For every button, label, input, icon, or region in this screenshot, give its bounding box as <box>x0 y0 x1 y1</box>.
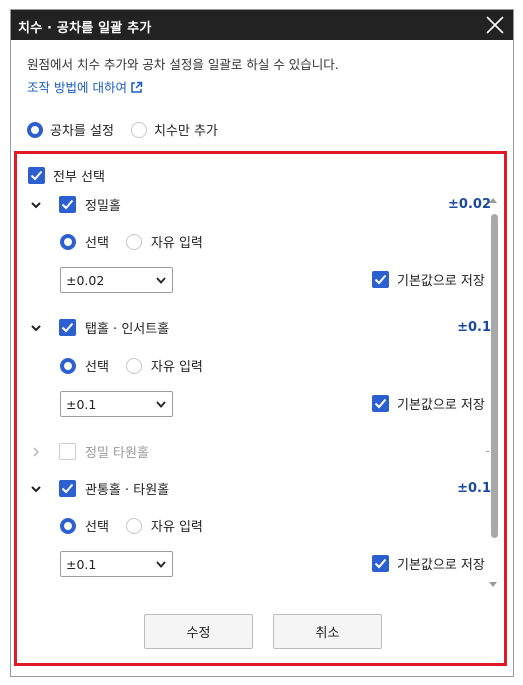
mode-option-set-tolerance[interactable]: 공차를 설정 <box>27 120 114 139</box>
input-mode-group: 선택 자유 입력 <box>60 516 203 535</box>
tolerance-select[interactable]: ±0.1 <box>60 391 173 417</box>
tolerance-value: ±0.02 <box>448 197 491 212</box>
save-default-row[interactable]: 기본값으로 저장 <box>372 270 485 289</box>
checkbox-unchecked-icon <box>59 443 76 460</box>
mode-radio-group: 공차를 설정 치수만 추가 <box>27 120 235 139</box>
chevron-down-icon <box>156 277 166 284</box>
tolerance-select-value: ±0.1 <box>66 557 97 572</box>
bulk-add-dialog: 치수 · 공차를 일괄 추가 원점에서 치수 추가와 공차 설정을 일괄로 하실… <box>10 9 514 677</box>
option-select-label: 선택 <box>85 520 109 535</box>
option-select-label: 선택 <box>85 236 109 251</box>
tolerance-list: 전부 선택 정밀홀 ±0.02 선택 자유 입력 ±0.02 기본값으로 저장 … <box>17 154 504 594</box>
input-mode-group: 선택 자유 입력 <box>60 356 203 375</box>
scroll-up-arrow-icon[interactable] <box>488 196 498 204</box>
group-name: 정밀홀 <box>85 199 121 214</box>
help-link-label: 조작 방법에 대하여 <box>27 80 127 95</box>
group-name: 정밀 타원홀 <box>85 446 149 461</box>
checkbox-checked-icon <box>28 167 45 184</box>
group-name: 탭홀 · 인서트홀 <box>85 322 170 337</box>
tolerance-select-value: ±0.1 <box>66 397 97 412</box>
help-link[interactable]: 조작 방법에 대하여 <box>27 77 143 96</box>
option-free-input-label: 자유 입력 <box>150 236 203 251</box>
group-row-precision-oval-hole[interactable]: 정밀 타원홀 <box>59 442 149 461</box>
mode-option-dimension-only[interactable]: 치수만 추가 <box>130 120 218 139</box>
radio-unselected-icon <box>130 121 147 138</box>
mode-option-label: 치수만 추가 <box>153 124 218 139</box>
tolerance-value: ±0.1 <box>457 481 491 496</box>
group-row-precision-hole[interactable]: 정밀홀 <box>59 195 121 214</box>
external-link-icon <box>131 81 143 93</box>
group-row-tap-insert-hole[interactable]: 탭홀 · 인서트홀 <box>59 318 169 337</box>
dialog-titlebar: 치수 · 공차를 일괄 추가 <box>11 10 513 40</box>
save-default-row[interactable]: 기본값으로 저장 <box>372 554 485 573</box>
save-default-row[interactable]: 기본값으로 저장 <box>372 394 485 413</box>
option-select-label: 선택 <box>85 360 109 375</box>
select-all-label: 전부 선택 <box>53 170 105 185</box>
radio-selected-icon[interactable] <box>60 233 76 250</box>
tolerance-select[interactable]: ±0.1 <box>60 551 173 577</box>
checkbox-checked-icon <box>59 196 76 213</box>
radio-selected-icon[interactable] <box>60 517 76 534</box>
radio-selected-icon <box>27 121 43 138</box>
chevron-down-icon <box>156 561 166 568</box>
chevron-down-icon[interactable] <box>29 320 43 334</box>
option-free-input-label: 자유 입력 <box>150 520 203 535</box>
checkbox-checked-icon <box>59 319 76 336</box>
chevron-down-icon <box>156 401 166 408</box>
checkbox-checked-icon <box>59 480 76 497</box>
radio-unselected-icon[interactable] <box>125 517 142 534</box>
close-icon[interactable] <box>483 13 507 37</box>
radio-selected-icon[interactable] <box>60 357 76 374</box>
tolerance-select[interactable]: ±0.02 <box>60 267 173 293</box>
checkbox-checked-icon <box>372 555 389 572</box>
save-default-label: 기본값으로 저장 <box>397 398 485 413</box>
cancel-button[interactable]: 취소 <box>273 614 382 649</box>
tolerance-value: ±0.1 <box>457 320 491 335</box>
input-mode-group: 선택 자유 입력 <box>60 232 203 251</box>
radio-unselected-icon[interactable] <box>125 233 142 250</box>
option-free-input-label: 자유 입력 <box>150 360 203 375</box>
tolerance-select-value: ±0.02 <box>66 273 105 288</box>
save-default-label: 기본값으로 저장 <box>397 558 485 573</box>
mode-option-label: 공차를 설정 <box>50 124 114 139</box>
chevron-down-icon[interactable] <box>29 481 43 495</box>
chevron-right-icon[interactable] <box>29 444 43 458</box>
scroll-down-arrow-icon[interactable] <box>488 581 498 589</box>
checkbox-checked-icon <box>372 395 389 412</box>
checkbox-checked-icon <box>372 271 389 288</box>
select-all-row[interactable]: 전부 선택 <box>28 166 105 185</box>
modify-button[interactable]: 수정 <box>144 614 253 649</box>
scroll-thumb[interactable] <box>491 214 498 538</box>
group-row-through-oval-hole[interactable]: 관통홀 · 타원홀 <box>59 479 169 498</box>
chevron-down-icon[interactable] <box>29 197 43 211</box>
radio-unselected-icon[interactable] <box>125 357 142 374</box>
save-default-label: 기본값으로 저장 <box>397 274 485 289</box>
dialog-description: 원점에서 치수 추가와 공차 설정을 일괄로 하실 수 있습니다. <box>27 57 339 72</box>
tolerance-panel: 전부 선택 정밀홀 ±0.02 선택 자유 입력 ±0.02 기본값으로 저장 … <box>14 151 507 666</box>
dialog-title: 치수 · 공차를 일괄 추가 <box>18 21 152 36</box>
group-name: 관통홀 · 타원홀 <box>85 483 170 498</box>
